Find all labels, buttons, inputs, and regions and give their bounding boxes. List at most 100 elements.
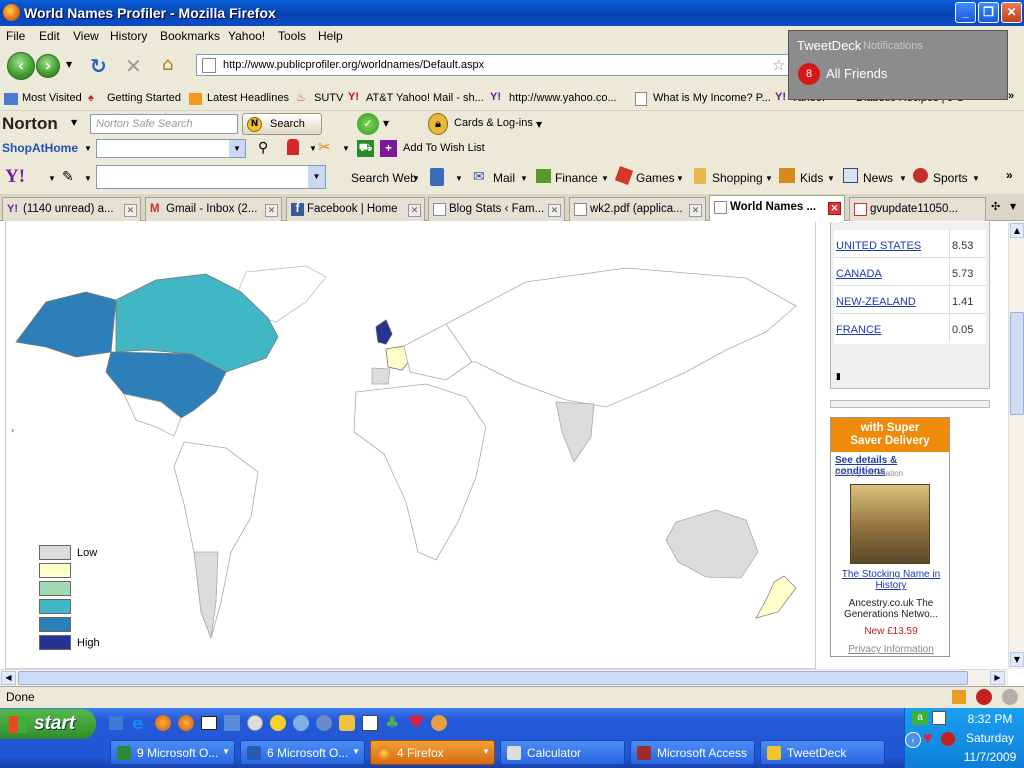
- restore-button[interactable]: ❐: [978, 2, 999, 23]
- shopathome-label[interactable]: ShopAtHome: [2, 141, 78, 155]
- tweetdeck-notification[interactable]: TweetDeck Notifications 8 All Friends: [788, 30, 1008, 100]
- mail-icon[interactable]: [339, 715, 355, 731]
- chevron-down-icon[interactable]: ▼: [309, 144, 317, 153]
- chevron-down-icon[interactable]: ▼: [71, 118, 77, 127]
- chevron-right-icon[interactable]: »: [1008, 90, 1014, 102]
- chevron-down-icon[interactable]: ▼: [601, 174, 609, 183]
- firefox-icon[interactable]: [178, 715, 194, 731]
- tab-yahoo-mail[interactable]: Y! (1140 unread) a... ✕: [2, 197, 141, 221]
- chevron-down-icon[interactable]: ▼: [827, 174, 835, 183]
- bookmark-yahoo-url[interactable]: http://www.yahoo.co...: [509, 92, 617, 104]
- close-tab-icon[interactable]: ✕: [408, 204, 421, 217]
- resize-icon[interactable]: ▮: [836, 372, 841, 382]
- menu-bookmarks[interactable]: Bookmarks: [160, 29, 220, 43]
- ad-privacy-link[interactable]: Privacy Information: [835, 644, 947, 655]
- cart-icon[interactable]: ⛟: [357, 140, 374, 157]
- tab-gvupdate[interactable]: gvupdate11050...: [849, 197, 986, 221]
- chevron-left-icon[interactable]: ‹: [905, 732, 921, 748]
- chevron-down-icon[interactable]: ▼: [520, 174, 528, 183]
- chevron-down-icon[interactable]: ▼: [676, 174, 684, 183]
- asia[interactable]: [445, 267, 797, 408]
- home-icon[interactable]: ⌂: [162, 54, 173, 75]
- scroll-down-icon[interactable]: ▼: [1010, 652, 1024, 667]
- tab-list-icon[interactable]: ✣: [991, 200, 1000, 213]
- close-tab-icon[interactable]: ✕: [689, 204, 702, 217]
- menu-help[interactable]: Help: [318, 29, 343, 43]
- scissors-icon[interactable]: ✂: [318, 138, 331, 156]
- shopathome-search-select[interactable]: ▼: [96, 139, 246, 158]
- record-icon[interactable]: [976, 689, 992, 705]
- chevron-down-icon[interactable]: ▼: [455, 174, 463, 183]
- reload-icon[interactable]: ↻: [90, 54, 107, 78]
- chevron-down-icon[interactable]: ▼: [84, 174, 92, 183]
- bookmark-sutv[interactable]: SUTV: [314, 92, 343, 104]
- minimize-button[interactable]: _: [955, 2, 976, 23]
- bookmark-latest-headlines[interactable]: Latest Headlines: [207, 92, 289, 104]
- book-cover-image[interactable]: [850, 484, 930, 564]
- tray-icon[interactable]: [932, 711, 946, 725]
- heart-icon[interactable]: ♥: [408, 712, 424, 733]
- alaska[interactable]: [15, 291, 117, 358]
- chevron-down-icon[interactable]: ▼: [229, 140, 245, 157]
- start-button[interactable]: start: [0, 709, 96, 739]
- close-tab-icon[interactable]: ✕: [265, 204, 278, 217]
- chevron-right-icon[interactable]: »: [1006, 168, 1013, 182]
- chevron-down-icon[interactable]: ▼: [342, 144, 350, 153]
- clock-time[interactable]: 8:32 PM: [957, 712, 1023, 726]
- chevron-down-icon[interactable]: ▼: [383, 119, 389, 128]
- country-link-united-states[interactable]: UNITED STATES: [836, 240, 921, 252]
- url-input[interactable]: http://www.publicprofiler.org/worldnames…: [196, 54, 796, 76]
- close-tab-icon[interactable]: ✕: [828, 202, 841, 215]
- palm-icon[interactable]: ♣: [385, 713, 399, 732]
- bookmark-att-yahoo-mail[interactable]: AT&T Yahoo! Mail - sh...: [366, 92, 484, 104]
- taskbar-item-microsoft-office-2[interactable]: 6 Microsoft O... ▼: [240, 740, 365, 765]
- tab-wk2-pdf[interactable]: wk2.pdf (applica... ✕: [569, 197, 706, 221]
- taskbar-item-tweetdeck[interactable]: TweetDeck: [760, 740, 885, 765]
- cookie-icon[interactable]: [431, 715, 447, 731]
- magnifier-icon[interactable]: ⚲: [258, 139, 268, 156]
- forward-button[interactable]: ›: [36, 54, 60, 78]
- norton-search-button[interactable]: N Search: [242, 113, 322, 135]
- africa[interactable]: [353, 383, 487, 561]
- chevron-down-icon[interactable]: ▼: [412, 174, 420, 183]
- pencil-icon[interactable]: ✎: [62, 168, 74, 185]
- tab-gmail[interactable]: M Gmail - Inbox (2... ✕: [145, 197, 282, 221]
- scroll-left-icon[interactable]: ◀: [1, 671, 16, 685]
- language-icon[interactable]: a: [912, 711, 928, 725]
- chevron-down-icon[interactable]: ▼: [48, 174, 56, 183]
- yahoo-kids-button[interactable]: Kids: [800, 171, 823, 185]
- stop-icon[interactable]: ✕: [125, 54, 142, 78]
- yahoo-finance-button[interactable]: Finance: [555, 171, 598, 185]
- chevron-down-icon[interactable]: ▼: [899, 174, 907, 183]
- cards-logins-button[interactable]: Cards & Log-ins: [454, 117, 533, 129]
- close-window-button[interactable]: ✕: [1001, 2, 1022, 23]
- norton-search-input[interactable]: Norton Safe Search: [90, 114, 238, 134]
- chevron-down-icon[interactable]: ▼: [1010, 202, 1016, 211]
- calculator-icon[interactable]: [362, 715, 378, 731]
- bookmark-getting-started[interactable]: Getting Started: [107, 92, 181, 104]
- tray-icon[interactable]: [941, 732, 955, 746]
- globe-icon[interactable]: [293, 715, 309, 731]
- chevron-down-icon[interactable]: ▼: [972, 174, 980, 183]
- chevron-down-icon[interactable]: ▼: [84, 144, 92, 153]
- window-icon[interactable]: [201, 716, 217, 730]
- chevron-down-icon[interactable]: ▼: [536, 120, 542, 129]
- taskbar-item-calculator[interactable]: Calculator: [500, 740, 625, 765]
- menu-file[interactable]: File: [6, 29, 25, 43]
- country-link-france[interactable]: FRANCE: [836, 324, 881, 336]
- tab-world-names[interactable]: World Names ... ✕: [709, 195, 845, 221]
- country-link-new-zealand[interactable]: NEW-ZEALAND: [836, 296, 916, 308]
- network-icon[interactable]: [224, 715, 240, 731]
- south-america[interactable]: [173, 441, 259, 640]
- taskbar-item-microsoft-office-1[interactable]: 9 Microsoft O... ▼: [110, 740, 235, 765]
- shield-icon[interactable]: [430, 168, 444, 186]
- search-web-button[interactable]: Search Web: [351, 171, 417, 185]
- siren-icon[interactable]: [287, 139, 299, 155]
- addon-icon[interactable]: [1002, 689, 1018, 705]
- tab-blog-stats[interactable]: Blog Stats ‹ Fam... ✕: [428, 197, 565, 221]
- globe-icon[interactable]: [316, 715, 332, 731]
- chevron-down-icon[interactable]: ▼: [765, 174, 773, 183]
- disc-icon[interactable]: [247, 715, 263, 731]
- menu-history[interactable]: History: [110, 29, 147, 43]
- history-dropdown-icon[interactable]: ▼: [66, 60, 72, 69]
